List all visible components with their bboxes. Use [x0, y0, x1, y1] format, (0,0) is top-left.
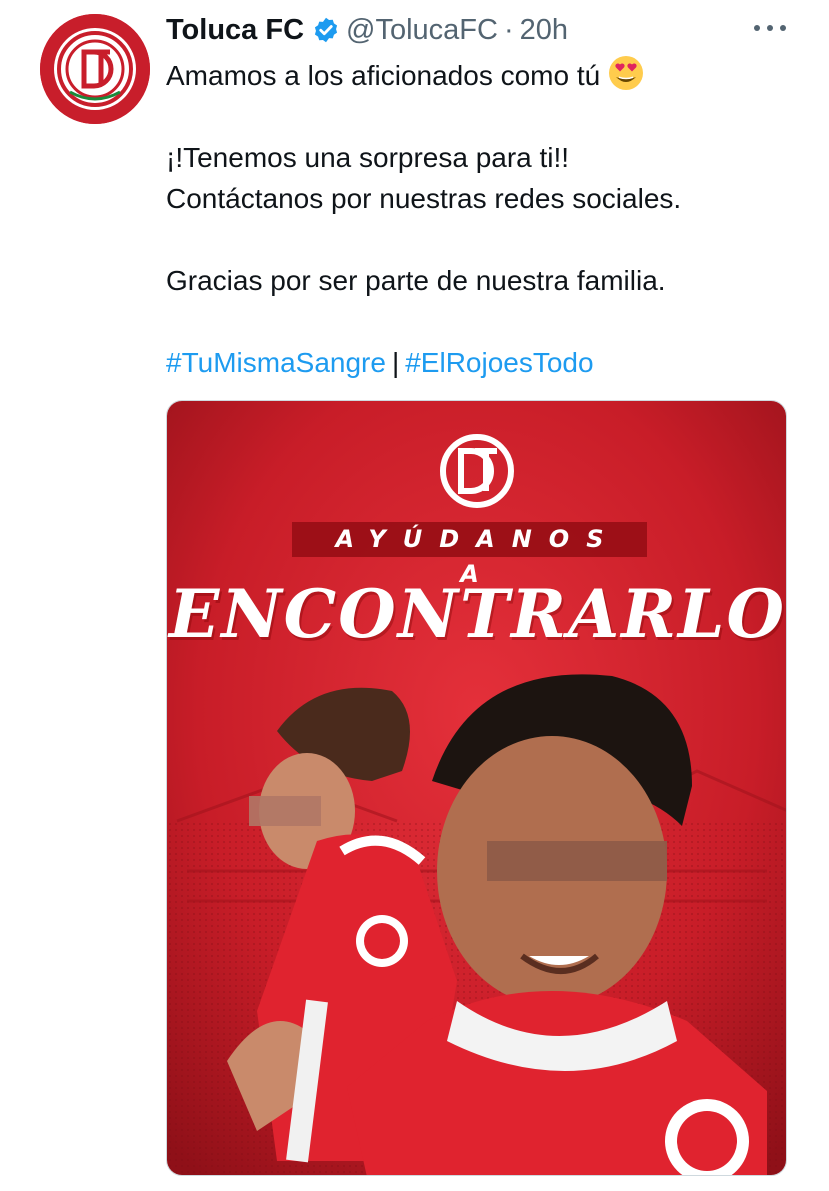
tweet: Toluca FC @TolucaFC · 20h Amamos a los a… — [0, 0, 829, 1191]
avatar[interactable] — [40, 14, 150, 124]
heart-eyes-emoji-icon — [608, 55, 644, 91]
poster-banner-text: AYÚDANOS A — [335, 525, 621, 588]
tweet-line: ¡!Tenemos una sorpresa para ti!! — [166, 142, 570, 173]
verified-badge-icon — [312, 16, 340, 44]
author-handle[interactable]: @TolucaFC — [346, 14, 498, 47]
club-crest-icon — [40, 14, 150, 124]
tweet-line-text: Amamos a los aficionados como tú — [166, 60, 601, 91]
hashtag-link[interactable]: #TuMismaSangre — [166, 347, 386, 378]
author-name[interactable]: Toluca FC — [166, 14, 304, 47]
poster-text-layer: AYÚDANOS A ENCONTRARLO — [167, 401, 786, 1175]
meta-separator: · — [503, 13, 514, 46]
more-options-icon[interactable] — [754, 18, 786, 38]
tweet-header: Toluca FC @TolucaFC · 20h — [166, 10, 568, 50]
tweet-line: Contáctanos por nuestras redes sociales. — [166, 183, 682, 214]
tweet-line: Gracias por ser parte de nuestra familia… — [166, 265, 666, 296]
tweet-media-image[interactable]: AYÚDANOS A ENCONTRARLO — [166, 400, 787, 1176]
hashtag-separator: | — [391, 347, 400, 378]
tweet-text: Amamos a los aficionados como tú ¡!Tenem… — [166, 55, 796, 383]
hashtag-row: #TuMismaSangre | #ElRojoesTodo — [166, 342, 796, 383]
hashtag-link[interactable]: #ElRojoesTodo — [405, 347, 593, 378]
tweet-line: Amamos a los aficionados como tú — [166, 55, 796, 96]
tweet-timestamp[interactable]: 20h — [520, 14, 568, 47]
poster-title: ENCONTRARLO — [169, 575, 786, 653]
